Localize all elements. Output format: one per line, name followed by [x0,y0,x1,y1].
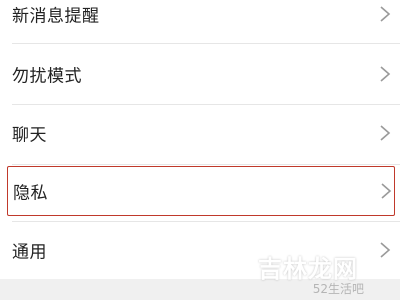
chevron-right-icon [380,6,391,22]
chevron-right-icon [380,242,391,258]
settings-item-privacy[interactable]: 隐私 [7,166,395,216]
settings-item-label: 通用 [12,242,47,263]
settings-item-label: 隐私 [13,183,48,204]
settings-item-new-message-alerts[interactable]: 新消息提醒 [0,0,400,43]
watermark-text: 吉林龙网 [258,255,358,283]
settings-item-label: 新消息提醒 [12,6,100,27]
settings-item-label: 勿扰模式 [12,66,82,87]
settings-item-do-not-disturb[interactable]: 勿扰模式 [0,45,400,103]
settings-item-chat[interactable]: 聊天 [0,104,400,162]
settings-list: 新消息提醒 勿扰模式 聊天 隐私 通用 [0,0,400,280]
divider [12,43,400,44]
chevron-right-icon [380,66,391,82]
watermark-subtext: 52生活吧 [312,282,364,296]
divider [12,164,400,165]
chevron-right-icon [380,125,391,141]
settings-item-label: 聊天 [12,125,47,146]
chevron-right-icon [381,183,392,199]
